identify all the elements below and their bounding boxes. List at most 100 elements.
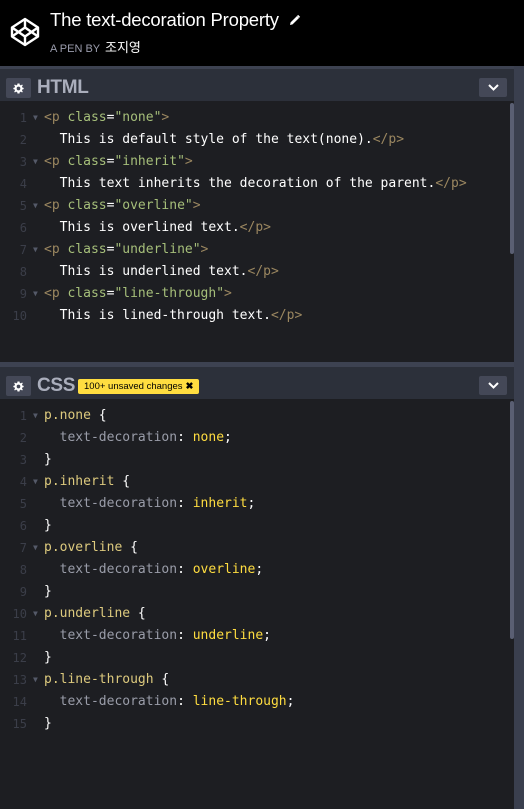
code-line[interactable]: 5 text-decoration: inherit; [0,493,514,515]
fold-arrow-icon[interactable]: ▼ [33,195,38,217]
pen-title: The text-decoration Property [50,9,301,32]
code-text: } [44,515,52,537]
code-text: p.underline { [44,603,146,625]
code-text: <p class="underline"> [44,239,208,261]
token-val: none [192,430,225,445]
code-line[interactable]: 1 ▼ <p class="none"> [0,107,514,129]
fold-arrow-icon[interactable]: ▼ [33,405,38,427]
token-prop: text-decoration [44,430,178,445]
pencil-icon[interactable] [288,10,301,32]
code-text: } [44,647,52,669]
code-text: This is overlined text.</p> [44,217,271,239]
token-plain: This is overlined text. [44,220,240,235]
token-tag: <p [44,110,68,125]
code-line[interactable]: 5 ▼ <p class="overline"> [0,195,514,217]
line-number: 9 [19,287,27,301]
pen-title-text: The text-decoration Property [50,9,279,30]
code-text: text-decoration: underline; [44,625,271,647]
token-str: "underline" [114,242,201,257]
unsaved-changes-text: 100+ unsaved changes [84,381,183,392]
token-plain: : [177,628,193,643]
token-tag: > [184,154,193,169]
html-code-editor[interactable]: 1 ▼ <p class="none"> 2 This is default styl… [0,107,514,327]
code-line[interactable]: 7 ▼ p.overline { [0,537,514,559]
resize-strip[interactable] [514,66,524,809]
code-text: text-decoration: line-through; [44,691,295,713]
token-brace: } [44,716,52,731]
token-tag: <p [44,286,68,301]
fold-arrow-icon[interactable]: ▼ [33,669,38,691]
codepen-logo-icon[interactable] [9,16,41,48]
token-str: "none" [114,110,162,125]
token-brace: { [114,474,131,489]
code-text: } [44,713,52,735]
code-line[interactable]: 9} [0,581,514,603]
token-prop: text-decoration [44,694,178,709]
token-attr: class [67,110,107,125]
code-text: p.line-through { [44,669,169,691]
token-brace: } [44,584,52,599]
code-text: <p class="inherit"> [44,151,193,173]
code-line[interactable]: 11 text-decoration: underline; [0,625,514,647]
code-line[interactable]: 13 ▼ p.line-through { [0,669,514,691]
token-brace: { [153,672,170,687]
code-text: } [44,449,52,471]
line-number: 12 [12,651,27,665]
line-number: 7 [19,243,27,257]
code-line[interactable]: 14 text-decoration: line-through; [0,691,514,713]
css-settings-button[interactable] [6,376,31,396]
pen-header: The text-decoration Property A PEN BY 조지… [0,0,524,66]
line-number: 8 [19,265,27,279]
html-collapse-button[interactable] [479,78,507,97]
code-line[interactable]: 8 This is underlined text.</p> [0,261,514,283]
author-link[interactable]: 조지영 [105,40,141,55]
html-panel-header: HTML [0,66,514,101]
code-line[interactable]: 3} [0,449,514,471]
fold-arrow-icon[interactable]: ▼ [33,107,38,129]
code-line[interactable]: 1 ▼ p.none { [0,405,514,427]
code-line[interactable]: 2 text-decoration: none; [0,427,514,449]
css-collapse-button[interactable] [479,376,507,395]
fold-arrow-icon[interactable]: ▼ [33,603,38,625]
chevron-down-icon [487,382,499,389]
token-brace: { [122,540,138,555]
code-line[interactable]: 9 ▼ <p class="line-through"> [0,283,514,305]
token-val: line-through [192,694,287,709]
fold-arrow-icon[interactable]: ▼ [33,239,38,261]
fold-arrow-icon[interactable]: ▼ [33,471,38,493]
code-line[interactable]: 4 This text inherits the decoration of t… [0,173,514,195]
css-scrollbar[interactable] [510,401,514,639]
code-line[interactable]: 8 text-decoration: overline; [0,559,514,581]
html-scrollbar[interactable] [510,103,514,254]
token-val: inherit [192,496,248,511]
token-tag: > [192,198,201,213]
close-icon[interactable]: ✖ [186,381,194,392]
code-line[interactable]: 3 ▼ <p class="inherit"> [0,151,514,173]
fold-arrow-icon[interactable]: ▼ [33,283,38,305]
code-line[interactable]: 6} [0,515,514,537]
token-plain: This is underlined text. [44,264,248,279]
html-settings-button[interactable] [6,78,31,98]
code-line[interactable]: 6 This is overlined text.</p> [0,217,514,239]
fold-arrow-icon[interactable]: ▼ [33,151,38,173]
fold-arrow-icon[interactable]: ▼ [33,537,38,559]
line-number: 4 [19,475,27,489]
code-line[interactable]: 10 This is lined-through text.</p> [0,305,514,327]
token-brace: { [130,606,146,621]
code-line[interactable]: 2 This is default style of the text(none… [0,129,514,151]
css-code-editor[interactable]: 1 ▼ p.none {2 text-decoration: none; 3} 4 ▼ p.… [0,405,514,735]
token-tag: > [200,242,209,257]
line-number: 6 [19,519,27,533]
code-line[interactable]: 10 ▼ p.underline { [0,603,514,625]
code-text: text-decoration: overline; [44,559,264,581]
unsaved-changes-badge[interactable]: 100+ unsaved changes ✖ [78,379,200,394]
code-line[interactable]: 7 ▼ <p class="underline"> [0,239,514,261]
line-number: 5 [19,199,27,213]
code-line[interactable]: 4 ▼ p.inherit { [0,471,514,493]
code-line[interactable]: 12} [0,647,514,669]
token-sel: p.inherit [44,474,115,489]
code-line[interactable]: 15} [0,713,514,735]
code-text: text-decoration: none; [44,427,232,449]
token-tag: <p [44,242,68,257]
code-text: This is default style of the text(none).… [44,129,404,151]
